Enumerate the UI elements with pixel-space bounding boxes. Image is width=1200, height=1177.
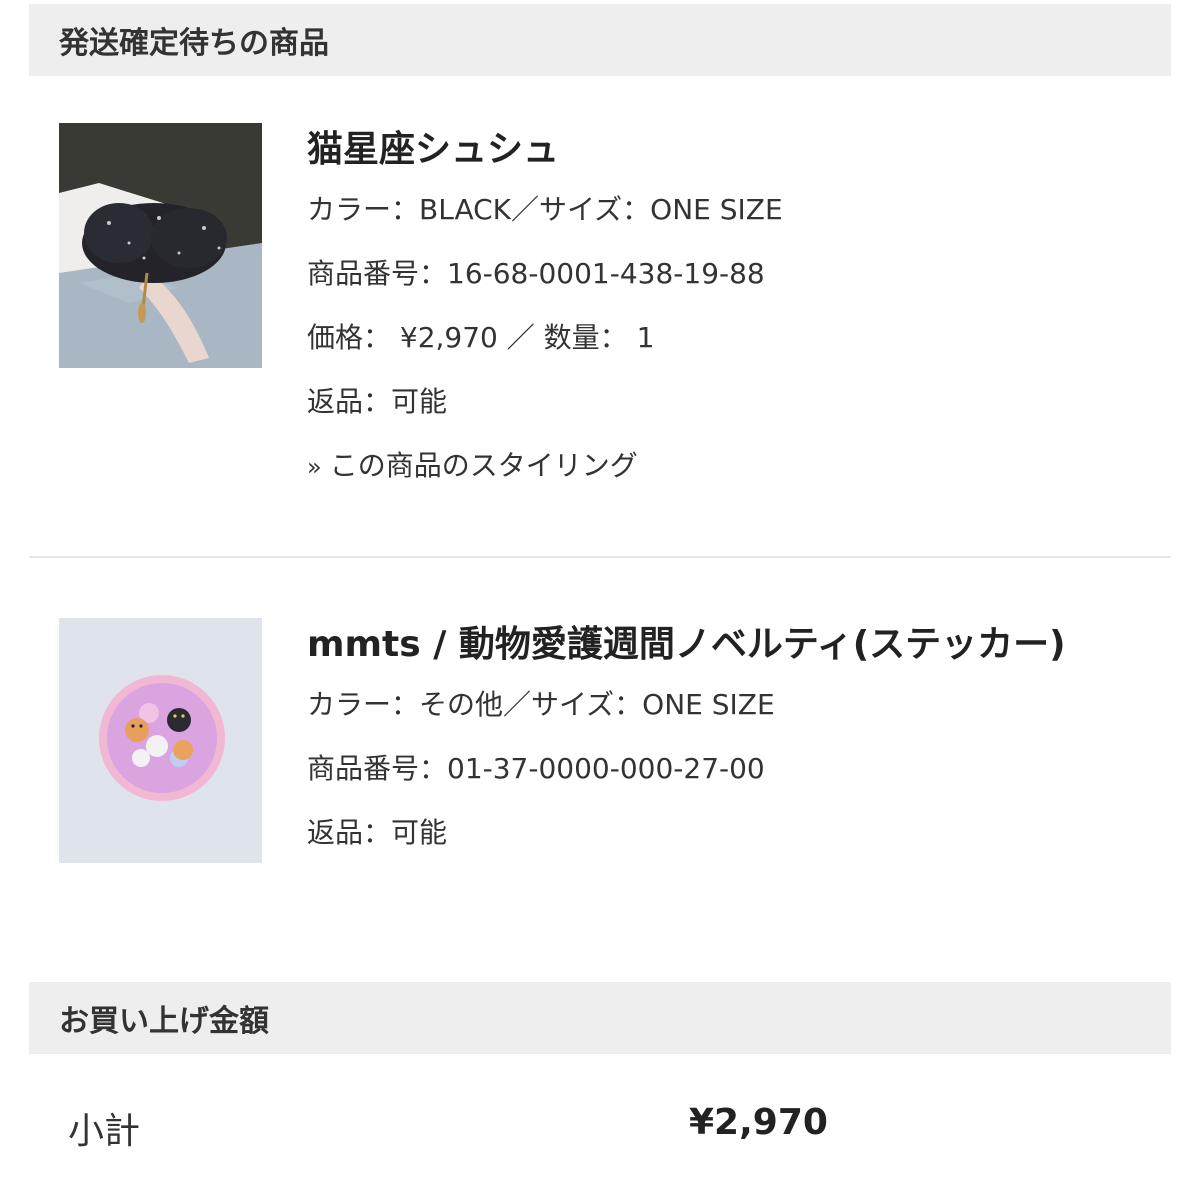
product-thumbnail[interactable] <box>59 123 262 368</box>
product-name[interactable]: 猫星座シュシュ <box>307 123 1107 177</box>
pending-items-header: 発送確定待ちの商品 <box>29 4 1171 76</box>
product-name[interactable]: mmts / 動物愛護週間ノベルティ(ステッカー) <box>307 618 1087 672</box>
purchase-total-title: お買い上げ金額 <box>59 1004 269 1039</box>
product-thumbnail[interactable] <box>59 618 262 863</box>
product-color-size: カラー：その他／サイズ：ONE SIZE <box>307 688 775 721</box>
pending-items-title: 発送確定待ちの商品 <box>59 26 329 61</box>
product-divider <box>29 556 1171 558</box>
product-returns: 返品：可能 <box>307 816 448 849</box>
product-number: 商品番号：16-68-0001-438-19-88 <box>307 257 765 290</box>
product-price-quantity: 価格： ¥2,970 ／ 数量： 1 <box>307 321 655 354</box>
subtotal-label: 小計 <box>68 1111 141 1152</box>
purchase-total-header: お買い上げ金額 <box>29 982 1171 1054</box>
product-number: 商品番号：01-37-0000-000-27-00 <box>307 752 765 785</box>
product-color-size: カラー：BLACK／サイズ：ONE SIZE <box>307 193 783 226</box>
subtotal-value: ¥2,970 <box>689 1102 828 1143</box>
product-returns: 返品：可能 <box>307 385 448 418</box>
styling-link[interactable]: » この商品のスタイリング <box>307 447 1107 486</box>
sticker-photo <box>59 618 262 863</box>
scrunchie-photo <box>59 123 262 368</box>
product-info: 猫星座シュシュ カラー：BLACK／サイズ：ONE SIZE 商品番号：16-6… <box>307 123 1107 486</box>
product-info: mmts / 動物愛護週間ノベルティ(ステッカー) カラー：その他／サイズ：ON… <box>307 618 1107 852</box>
product-item: 猫星座シュシュ カラー：BLACK／サイズ：ONE SIZE 商品番号：16-6… <box>59 123 1171 523</box>
product-item: mmts / 動物愛護週間ノベルティ(ステッカー) カラー：その他／サイズ：ON… <box>59 618 1171 938</box>
subtotal-row: 小計 ¥2,970 <box>29 1092 1171 1162</box>
chevron-right-double-icon: » <box>307 453 322 481</box>
styling-link-label: この商品のスタイリング <box>329 449 638 482</box>
